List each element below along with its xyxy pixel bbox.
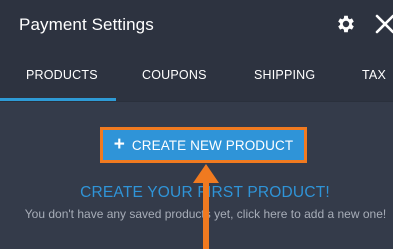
divider: [0, 101, 393, 102]
create-button-label: CREATE NEW PRODUCT: [131, 137, 294, 153]
tab-products[interactable]: PRODUCTS: [26, 68, 98, 82]
plus-icon: +: [113, 134, 125, 155]
create-new-product-button[interactable]: + CREATE NEW PRODUCT: [100, 127, 307, 163]
arrow-up-icon: [193, 164, 219, 249]
tab-shipping[interactable]: SHIPPING: [254, 68, 315, 82]
gear-icon[interactable]: [335, 13, 357, 35]
tab-coupons[interactable]: COUPONS: [142, 68, 207, 82]
tab-bar: PRODUCTS COUPONS SHIPPING TAX: [0, 50, 393, 101]
page-title: Payment Settings: [19, 15, 154, 34]
header-bar: Payment Settings: [0, 0, 393, 50]
close-icon[interactable]: [374, 13, 393, 35]
create-button-body[interactable]: + CREATE NEW PRODUCT: [103, 130, 304, 160]
tab-tax[interactable]: TAX: [362, 68, 386, 82]
